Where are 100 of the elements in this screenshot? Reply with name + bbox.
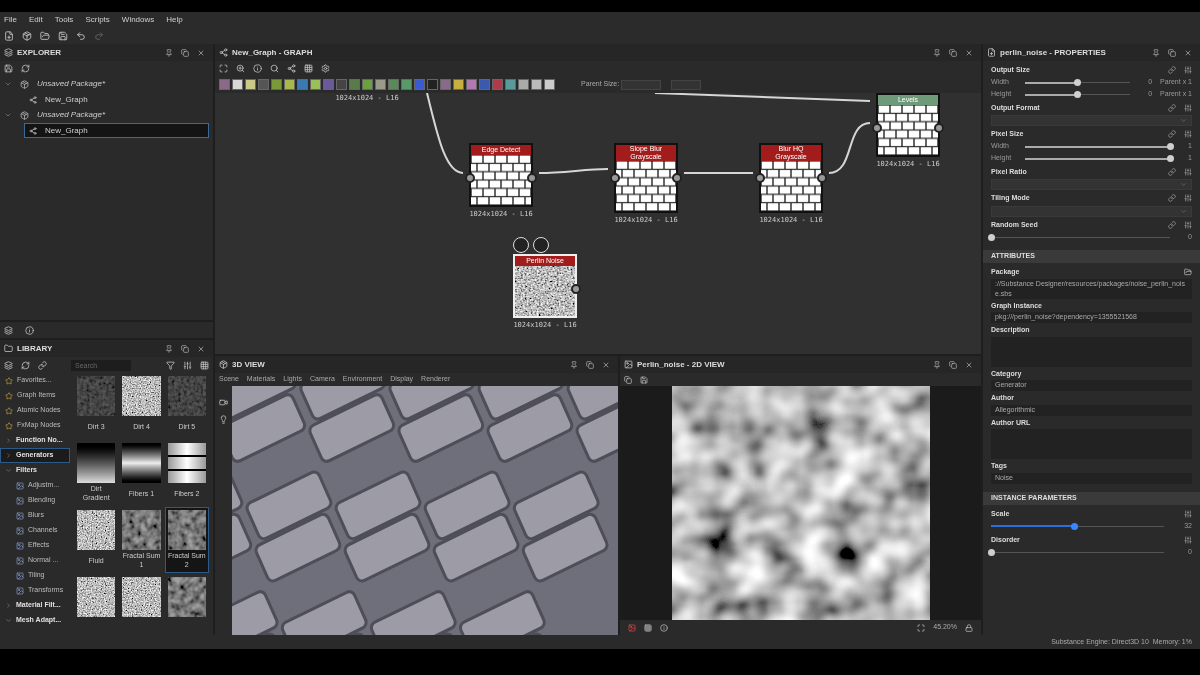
output-socket-icon[interactable] — [934, 123, 944, 133]
node-type-icon[interactable] — [401, 79, 412, 90]
node-type-icon[interactable] — [232, 79, 243, 90]
float-icon[interactable] — [949, 360, 957, 369]
link-icon[interactable] — [1168, 167, 1176, 176]
expand-caret-icon[interactable] — [5, 602, 12, 609]
slider-thumb[interactable] — [987, 233, 995, 241]
collapse-caret-icon[interactable] — [4, 111, 12, 119]
fit-icon[interactable] — [917, 623, 926, 632]
link-icon[interactable] — [1168, 194, 1176, 203]
link-icon[interactable] — [1168, 130, 1176, 139]
node-type-icon[interactable] — [297, 79, 308, 90]
undo-icon[interactable] — [76, 31, 86, 41]
expand-caret-icon[interactable] — [5, 437, 12, 444]
node-type-icon[interactable] — [219, 79, 230, 90]
float-icon[interactable] — [181, 48, 189, 57]
lock-icon[interactable] — [965, 623, 973, 632]
node-type-icon[interactable] — [492, 79, 503, 90]
slider-thumb[interactable] — [1166, 155, 1174, 162]
slider-track[interactable] — [1025, 91, 1131, 98]
menu-item[interactable]: Windows — [121, 14, 155, 26]
node-type-icon[interactable] — [427, 79, 438, 90]
collapse-caret-icon[interactable] — [5, 617, 12, 624]
menu-item[interactable]: File — [4, 14, 17, 26]
float-icon[interactable] — [586, 360, 594, 369]
close-icon[interactable] — [197, 344, 205, 353]
node-type-icon[interactable] — [505, 79, 516, 90]
collapse-caret-icon[interactable] — [5, 467, 12, 474]
info-icon[interactable] — [660, 623, 668, 632]
node-type-icon[interactable] — [453, 79, 464, 90]
light-icon[interactable] — [219, 415, 228, 424]
node-tool-icon[interactable] — [533, 237, 549, 253]
menu-item[interactable]: Edit — [28, 14, 43, 26]
output-socket-icon[interactable] — [672, 173, 682, 183]
tree-item[interactable]: Unsaved Package* — [37, 78, 106, 90]
pin-icon[interactable] — [165, 344, 173, 353]
close-icon[interactable] — [965, 48, 973, 57]
info-icon[interactable] — [253, 64, 262, 73]
output-socket-icon[interactable] — [571, 284, 581, 294]
node-type-icon[interactable] — [479, 79, 490, 90]
zoom-icon[interactable] — [236, 64, 245, 73]
close-icon[interactable] — [602, 360, 610, 369]
slider-thumb[interactable] — [1074, 91, 1082, 98]
explorer-icon[interactable] — [4, 325, 13, 335]
node-type-icon[interactable] — [531, 79, 542, 90]
node-type-icon[interactable] — [284, 79, 295, 90]
camera-icon[interactable] — [219, 398, 228, 407]
save-icon[interactable] — [58, 31, 68, 41]
tree-item-row[interactable]: New_Graph — [24, 123, 209, 138]
slider-track[interactable] — [1025, 79, 1131, 86]
float-icon[interactable] — [181, 344, 189, 353]
search-icon[interactable] — [270, 64, 279, 73]
info-icon[interactable] — [25, 325, 34, 335]
tree-item[interactable]: Unsaved Package* — [37, 109, 106, 121]
node-type-icon[interactable] — [271, 79, 282, 90]
tree-view-icon[interactable] — [4, 360, 13, 370]
close-icon[interactable] — [197, 48, 205, 57]
node-type-icon[interactable] — [375, 79, 386, 90]
link-icon[interactable] — [1168, 103, 1176, 112]
function-icon[interactable] — [1184, 130, 1192, 139]
channel-icon[interactable] — [628, 623, 636, 632]
input-socket-icon[interactable] — [465, 173, 475, 183]
tree-item-row[interactable]: New_Graph — [24, 92, 209, 107]
function-icon[interactable] — [1184, 66, 1192, 75]
settings-icon[interactable] — [321, 64, 330, 73]
menu-item[interactable]: Tools — [54, 14, 74, 26]
float-icon[interactable] — [1168, 48, 1176, 57]
expand-caret-icon[interactable] — [5, 452, 12, 459]
function-icon[interactable] — [1184, 103, 1192, 112]
sort-icon[interactable] — [183, 360, 192, 370]
node-type-icon[interactable] — [349, 79, 360, 90]
refresh-icon[interactable] — [21, 64, 30, 73]
pin-icon[interactable] — [570, 360, 578, 369]
collapse-caret-icon[interactable] — [4, 80, 12, 88]
node-tool-icon[interactable] — [513, 237, 529, 253]
node-type-icon[interactable] — [323, 79, 334, 90]
input-socket-icon[interactable] — [610, 173, 620, 183]
grid-view-icon[interactable] — [200, 360, 209, 370]
function-icon[interactable] — [1184, 167, 1192, 176]
float-icon[interactable] — [949, 48, 957, 57]
node-type-icon[interactable] — [245, 79, 256, 90]
function-icon[interactable] — [1184, 194, 1192, 203]
node-type-icon[interactable] — [544, 79, 555, 90]
pin-icon[interactable] — [1152, 48, 1160, 57]
link-icon[interactable] — [1168, 66, 1176, 75]
node-type-icon[interactable] — [310, 79, 321, 90]
pin-icon[interactable] — [933, 48, 941, 57]
node-type-icon[interactable] — [414, 79, 425, 90]
slider-track[interactable] — [991, 549, 1164, 556]
function-icon[interactable] — [1184, 220, 1192, 229]
node-type-icon[interactable] — [258, 79, 269, 90]
menu-item[interactable]: Scripts — [85, 14, 110, 26]
slider-thumb[interactable] — [1166, 143, 1174, 150]
graph-icon[interactable] — [287, 64, 296, 73]
open-folder-icon[interactable] — [40, 31, 50, 41]
menu-item[interactable]: Help — [166, 14, 183, 26]
node-type-icon[interactable] — [440, 79, 451, 90]
frame-icon[interactable] — [219, 64, 228, 73]
function-icon[interactable] — [1184, 509, 1192, 518]
node-type-icon[interactable] — [466, 79, 477, 90]
